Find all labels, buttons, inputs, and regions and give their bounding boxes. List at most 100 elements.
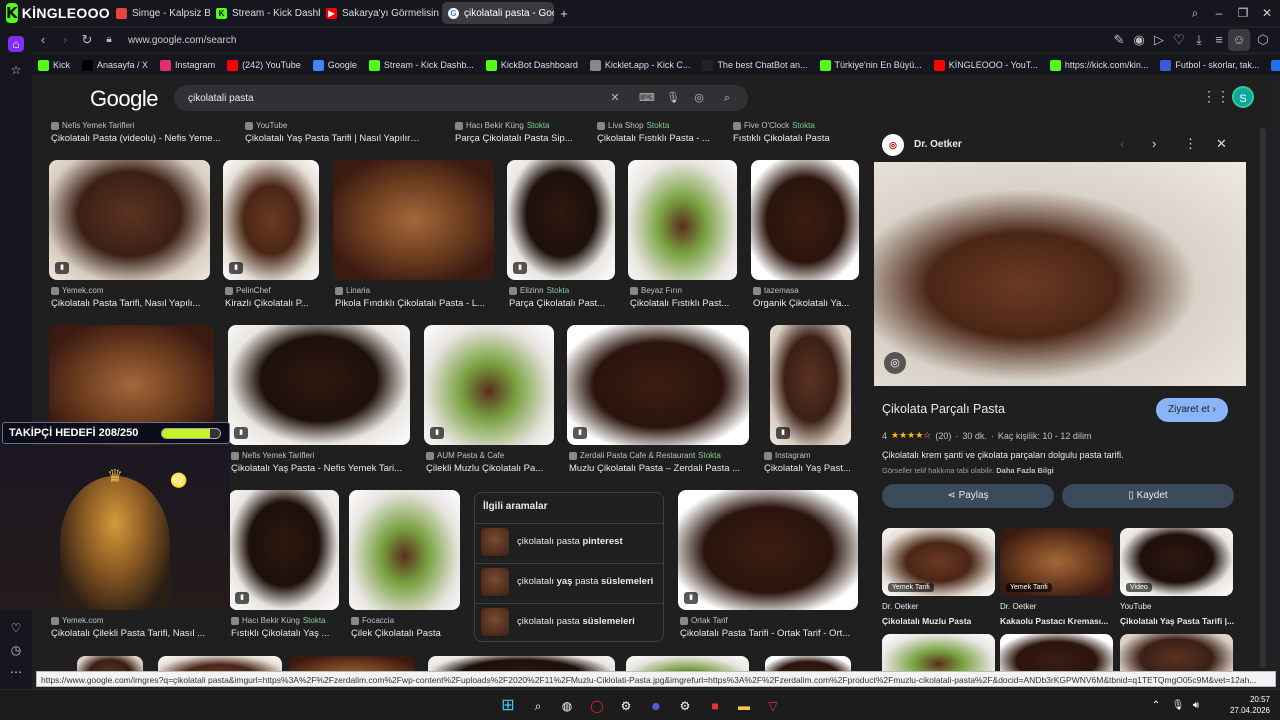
result-title[interactable]: Çilek Çikolatalı Pasta [351,628,441,639]
history-icon[interactable]: ◷ [8,642,24,658]
related-recipe-image[interactable]: Yemek Tarifi [882,528,995,596]
related-item[interactable]: çikolatalı yaş pasta süslemeleri [475,563,665,599]
tray-chevron-icon[interactable]: ⌃ [1146,696,1166,716]
bookmark-item[interactable]: Stream - Kick Dashb... [363,59,480,71]
search-icon[interactable]: ⌕ [718,89,736,107]
result-title[interactable]: Muzlu Çikolatalı Pasta – Zerdali Pasta .… [569,463,740,474]
close-panel-icon[interactable]: ✕ [1216,136,1227,152]
maximize-icon[interactable]: ❐ [1234,4,1252,22]
clock[interactable]: 20:57 27.04.2026 [1230,694,1270,716]
menu-icon[interactable]: ≡ [1208,29,1230,51]
opera-icon[interactable]: ◯ [587,696,607,716]
panel-title[interactable]: Çikolata Parçalı Pasta [882,402,1005,416]
image-result[interactable]: ▮ [424,325,554,445]
result-title[interactable]: Çilekli Muzlu Çikolatalı Pa... [426,463,543,474]
result-title[interactable]: Parça Çikolatalı Past... [509,298,605,309]
reload-icon[interactable]: ↻ [76,29,98,51]
extensions-icon[interactable]: ⬡ [1252,29,1274,51]
related-title[interactable]: Çikolatalı Yaş Pasta Tarifi |... [1120,616,1234,626]
image-result[interactable]: ▮ [567,325,749,445]
result-title[interactable]: Çikolatalı Pasta Tarifi, Nasıl Yapılı... [51,298,200,309]
apps-grid-icon[interactable]: ⋮⋮ [1202,88,1230,104]
visit-button[interactable]: Ziyaret et › [1156,398,1228,422]
bookmark-item[interactable]: Google [307,59,363,71]
more-icon[interactable]: ⋯ [8,664,24,680]
search-tabs-icon[interactable]: ⌕ [1186,4,1204,22]
bookmark-item[interactable]: (242) YouTube [221,59,307,71]
result-title[interactable]: Çikolatalı Pasta Tarifi - Ortak Tarif - … [680,628,850,639]
discord-icon[interactable]: ☻ [646,696,666,716]
bookmark-item[interactable]: Kick [32,59,76,71]
steam-icon[interactable]: ⚙ [616,696,636,716]
image-result[interactable] [628,160,737,280]
app-icon[interactable]: ◍ [557,696,577,716]
result-title[interactable]: Çikolatalı Pasta (videolu) - Nefis Yeme.… [51,133,221,144]
result-title[interactable]: Çikolatalı Yaş Pasta Tarifi | Nasıl Yapı… [245,133,425,144]
bookmark-item[interactable]: Canlı Sonuçlar - İdd... [1265,59,1280,71]
profile-icon[interactable]: ☺ [1228,29,1250,51]
home-icon[interactable]: ⌂ [8,36,24,52]
url-field[interactable]: www.google.com/search [128,35,236,46]
heart-icon[interactable]: ♡ [8,620,24,636]
bookmark-item[interactable]: The best ChatBot an... [696,59,813,71]
tab-4-active[interactable]: Gçikolatali pasta - Google'd... [442,2,554,24]
image-result[interactable] [751,160,859,280]
result-title[interactable]: Çikolatalı Fıstıklı Past... [630,298,729,309]
result-title[interactable]: Kirazlı Çikolatalı P... [225,298,309,309]
star-icon[interactable]: ☆ [8,62,24,78]
more-options-icon[interactable]: ⋮ [1184,136,1197,152]
google-logo[interactable]: Google [90,86,158,112]
bookmark-item[interactable]: KickBot Dashboard [480,59,584,71]
image-result[interactable]: ▮ [228,325,410,445]
prev-icon[interactable]: ‹ [1120,136,1124,151]
result-title[interactable]: Parça Çikolatalı Pasta Sip... [455,133,573,144]
save-button[interactable]: ▯ Kaydet [1062,484,1234,508]
related-item[interactable]: çikolatalı pasta pinterest [475,523,665,559]
related-title[interactable]: Çikolatalı Muzlu Pasta [882,616,971,626]
bookmark-item[interactable]: Anasayfa / X [76,59,154,71]
bookmark-item[interactable]: KİNGLEOOO - YouT... [928,59,1044,71]
preview-image[interactable]: ◎ [874,162,1246,386]
related-title[interactable]: Kakaolu Pastacı Kreması... [1000,616,1108,626]
bookmark-item[interactable]: Futbol - skorlar, tak... [1154,59,1265,71]
bookmark-item[interactable]: https://kick.com/kin... [1044,59,1155,71]
valorant-icon[interactable]: ▽ [763,696,783,716]
avatar[interactable]: S [1232,86,1254,108]
favorite-icon[interactable]: ♡ [1168,29,1190,51]
result-title[interactable]: Çikolatalı Çilekli Pasta Tarifi, Nasıl .… [51,628,205,639]
forward-icon[interactable]: › [54,29,76,51]
edit-icon[interactable]: ✎ [1108,29,1130,51]
result-title[interactable]: Fıstıklı Çikolatalı Pasta [733,133,830,144]
clear-icon[interactable]: ✕ [606,89,624,107]
mic-tray-icon[interactable]: 🎙︎ [1168,696,1188,716]
tab-1[interactable]: Simge - Kalpsiz Bir Serseri [110,2,210,24]
bookmark-item[interactable]: Instagram [154,59,221,71]
tab-3[interactable]: ▶ Sakarya'yı Görmelisin Huli... [320,2,442,24]
download-icon[interactable]: ⤓ [1188,29,1210,51]
new-tab-button[interactable]: + [554,2,574,24]
result-title[interactable]: Çikolatalı Yaş Past... [764,463,851,474]
image-result[interactable] [333,160,494,280]
panel-source[interactable]: Dr. Oetker [914,139,962,150]
image-result[interactable]: ▮ [49,160,210,280]
search-taskbar-icon[interactable]: ⌕ [528,696,548,716]
red-app-icon[interactable]: ■ [705,696,725,716]
bookmark-item[interactable]: Türkiye'nin En Büyü... [814,59,928,71]
camera-icon[interactable]: ◉ [1128,29,1150,51]
lens-search-icon[interactable]: ◎ [884,352,906,374]
result-title[interactable]: Fıstıklı Çikolatalı Yaş ... [231,628,329,639]
image-result[interactable]: ▮ [678,490,858,610]
panel-scrollbar[interactable] [1260,128,1266,668]
minimize-icon[interactable]: – [1210,4,1228,22]
close-window-icon[interactable]: ✕ [1258,4,1276,22]
share-button[interactable]: ⋖ Paylaş [882,484,1054,508]
speaker-icon[interactable]: 🔊︎ [1186,696,1206,716]
folder-icon[interactable]: ▬ [734,696,754,716]
image-result[interactable]: ▮ [229,490,339,610]
back-icon[interactable]: ‹ [32,29,54,51]
related-item[interactable]: çikolatalı pasta süslemeleri [475,603,665,639]
result-title[interactable]: Çikolatalı Fıstıklı Pasta - ... [597,133,710,144]
related-recipe-image[interactable]: Yemek Tarifi [1000,528,1113,596]
image-result[interactable]: ▮ [507,160,615,280]
next-icon[interactable]: › [1152,136,1156,151]
